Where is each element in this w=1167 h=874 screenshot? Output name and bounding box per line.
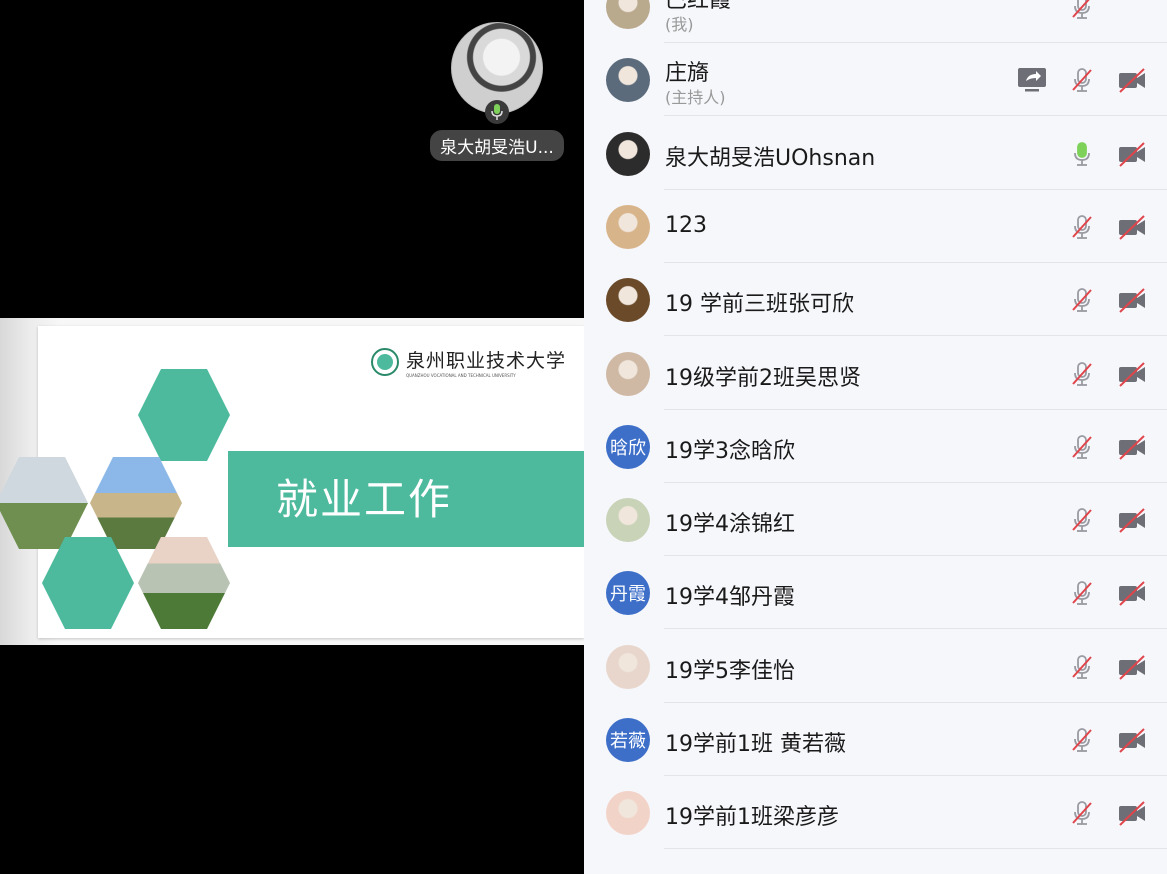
- mic-muted-icon[interactable]: [1066, 504, 1098, 536]
- participant-row[interactable]: 123: [584, 190, 1167, 263]
- participant-avatar: [606, 58, 650, 103]
- participant-row[interactable]: 19 学前三班张可欣: [584, 263, 1167, 337]
- participant-name: 123: [665, 212, 707, 238]
- mic-active-icon: [485, 100, 509, 124]
- participant-role-label: (主持人): [665, 88, 726, 108]
- university-logo: 泉州职业技术大学 QUANZHOU VOCATIONAL AND TECHNIC…: [370, 346, 566, 378]
- participant-name: 19学前1班梁彦彦: [665, 805, 839, 831]
- participant-avatar: 若薇: [606, 718, 650, 762]
- camera-off-icon[interactable]: [1116, 138, 1148, 170]
- participant-name: 19学3念晗欣: [665, 438, 795, 464]
- camera-off-icon[interactable]: [1116, 431, 1148, 463]
- participant-name: 19学4涂锦红: [665, 512, 795, 538]
- camera-off-icon[interactable]: [1116, 724, 1148, 756]
- participant-row[interactable]: 庄旖 (主持人): [584, 43, 1167, 117]
- mic-muted-icon[interactable]: [1066, 284, 1098, 316]
- participant-name: 19 学前三班张可欣: [665, 292, 854, 318]
- participant-row[interactable]: 若薇 19学前1班 黄若薇: [584, 703, 1167, 776]
- mic-muted-icon[interactable]: [1066, 651, 1098, 683]
- participant-list: 巴红霞 (我) 庄旖 (主持人) 泉大胡旻浩UOhsnan 123 19 学前三班张可欣 19…: [584, 0, 1167, 874]
- logo-subtext: QUANZHOU VOCATIONAL AND TECHNICAL UNIVER…: [405, 373, 516, 378]
- participant-avatar: [606, 791, 650, 836]
- participant-name: 泉大胡旻浩UOhsnan: [665, 145, 876, 171]
- screen-share-icon[interactable]: [1016, 64, 1048, 96]
- mic-muted-icon[interactable]: [1066, 64, 1098, 96]
- participant-avatar: [606, 278, 650, 323]
- camera-off-icon[interactable]: [1116, 651, 1148, 683]
- mic-muted-icon[interactable]: [1066, 211, 1098, 243]
- mic-on-icon[interactable]: [1066, 138, 1098, 170]
- logo-text: 泉州职业技术大学: [405, 350, 566, 372]
- camera-off-icon[interactable]: [1116, 284, 1148, 316]
- participant-avatar: [606, 351, 650, 396]
- participant-row[interactable]: 19学5李佳怡: [584, 630, 1167, 703]
- participant-avatar: [606, 131, 650, 176]
- mic-muted-icon[interactable]: [1066, 0, 1098, 23]
- university-emblem-icon: [370, 348, 399, 376]
- participant-row[interactable]: 19级学前2班吴思贤: [584, 337, 1167, 410]
- participant-row[interactable]: 丹霞 19学4邹丹霞: [584, 556, 1167, 630]
- row-divider: [664, 848, 1167, 850]
- participant-avatar: 丹霞: [606, 571, 650, 616]
- participant-row[interactable]: 巴红霞 (我): [584, 0, 1167, 43]
- active-speaker-tile[interactable]: 泉大胡旻浩U...: [426, 22, 568, 161]
- camera-off-icon[interactable]: [1116, 211, 1148, 243]
- participant-row[interactable]: 19学4涂锦红: [584, 483, 1167, 557]
- mic-muted-icon[interactable]: [1066, 724, 1098, 756]
- shared-screen[interactable]: 泉州职业技术大学 QUANZHOU VOCATIONAL AND TECHNIC…: [0, 318, 584, 645]
- participant-row[interactable]: 19学前1班梁彦彦: [584, 776, 1167, 850]
- mic-muted-icon[interactable]: [1066, 358, 1098, 390]
- presentation-slide: 泉州职业技术大学 QUANZHOU VOCATIONAL AND TECHNIC…: [0, 326, 584, 638]
- participant-name: 19学5李佳怡: [665, 658, 795, 684]
- slide-title: 就业工作: [276, 475, 453, 524]
- participant-name: 19级学前2班吴思贤: [665, 365, 861, 391]
- mic-muted-icon[interactable]: [1066, 431, 1098, 463]
- hexagon-decoration: [138, 368, 230, 462]
- participant-name: 19学4邹丹霞: [665, 585, 795, 611]
- video-area: 泉大胡旻浩U... 泉州职业技术大学 QUANZHOU VOCATIONAL A…: [0, 0, 584, 874]
- participant-role-label: (我): [665, 15, 694, 34]
- participant-row[interactable]: 泉大胡旻浩UOhsnan: [584, 117, 1167, 190]
- participant-avatar: [606, 498, 650, 543]
- participant-avatar: [606, 0, 650, 29]
- participant-name: 19学前1班 黄若薇: [665, 732, 846, 757]
- participant-name: 庄旖: [665, 61, 710, 87]
- mic-muted-icon[interactable]: [1066, 577, 1098, 609]
- mic-muted-icon[interactable]: [1066, 797, 1098, 829]
- participant-avatar: [606, 644, 650, 689]
- camera-off-icon[interactable]: [1116, 64, 1148, 96]
- participant-avatar: [606, 204, 650, 249]
- speaker-name-label: 泉大胡旻浩U...: [430, 130, 564, 161]
- camera-off-icon[interactable]: [1116, 577, 1148, 609]
- camera-off-icon[interactable]: [1116, 358, 1148, 390]
- camera-off-icon[interactable]: [1116, 797, 1148, 829]
- participant-avatar: 晗欣: [606, 424, 650, 469]
- camera-off-icon[interactable]: [1116, 504, 1148, 536]
- participant-row[interactable]: 晗欣 19学3念晗欣: [584, 410, 1167, 483]
